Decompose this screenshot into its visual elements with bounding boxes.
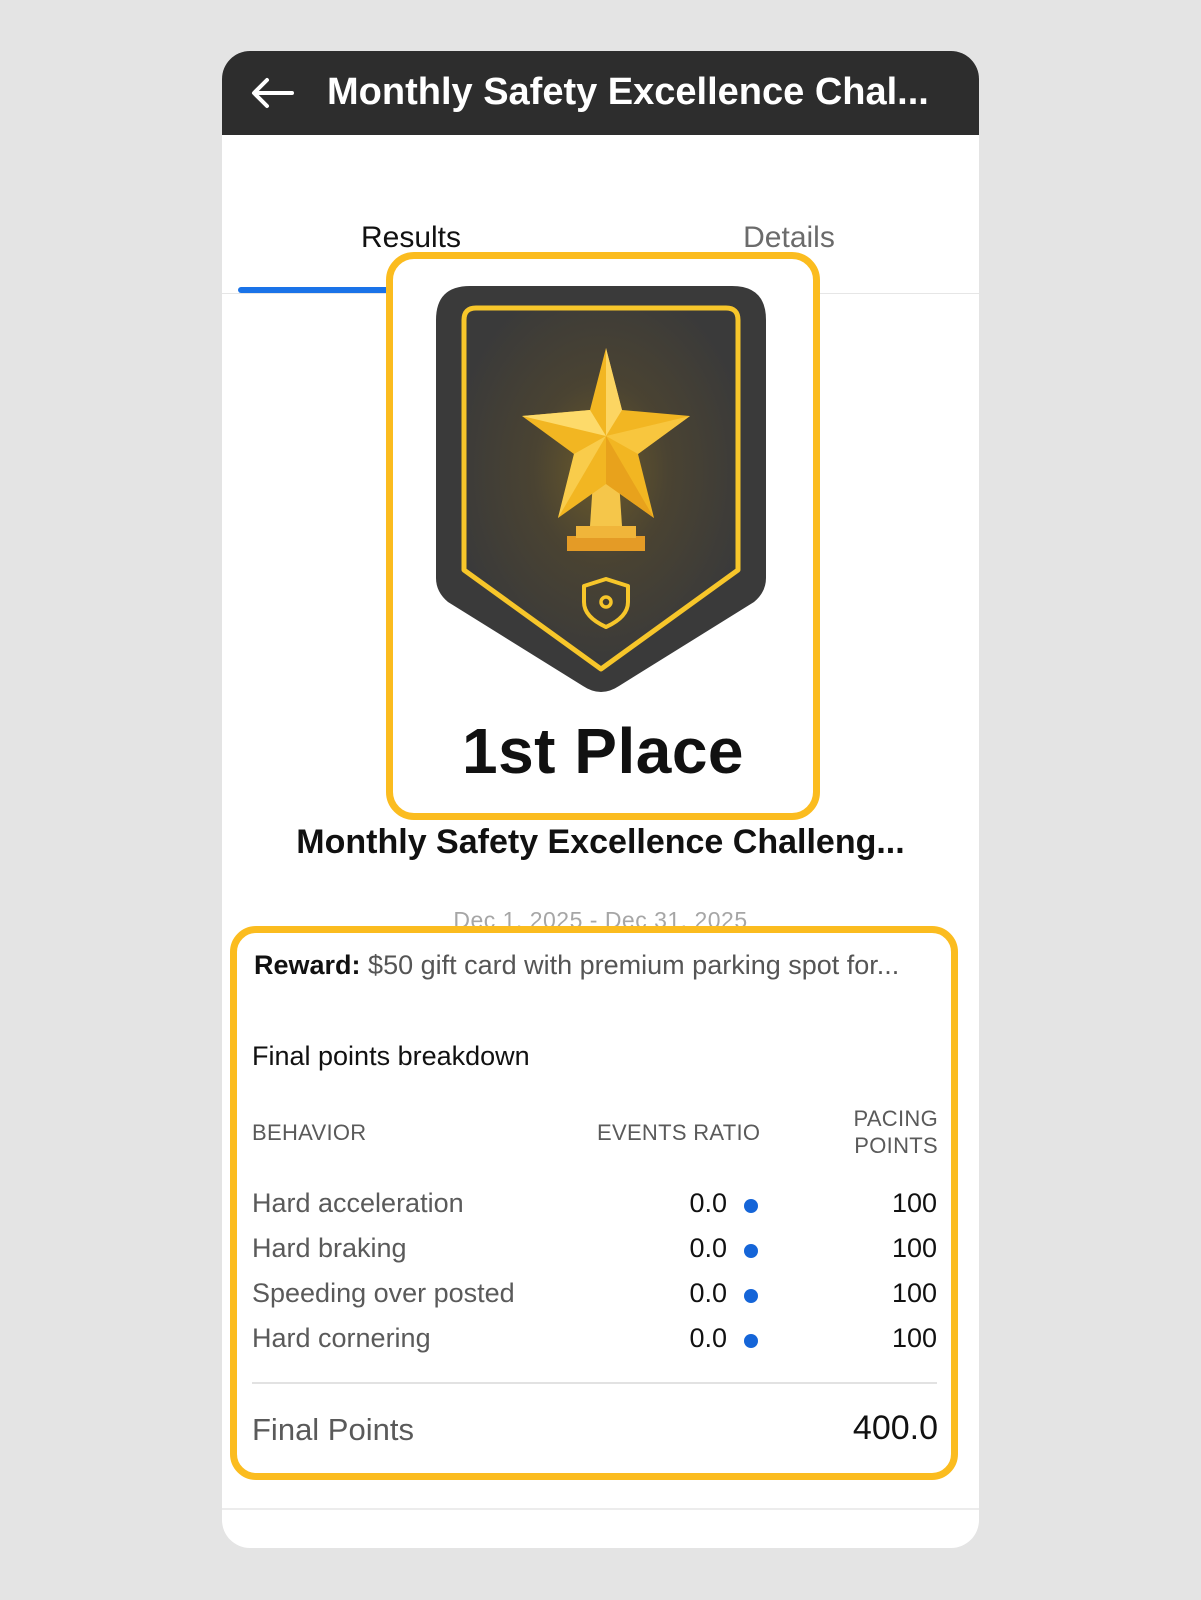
reward-label: Reward:: [254, 950, 361, 980]
pacing-points: 100: [891, 1323, 937, 1353]
challenge-name: Monthly Safety Excellence Challeng...: [296, 823, 905, 861]
award-badge-card: 1st Place: [386, 252, 820, 820]
phone-screen: Monthly Safety Excellence Chal... Result…: [222, 51, 979, 1548]
status-dot: [744, 1199, 758, 1213]
table-row: Hard cornering 0.0 100: [252, 1323, 937, 1363]
events-ratio: 0.0: [689, 1233, 727, 1263]
column-header-pacing-line2: POINTS: [854, 1133, 938, 1158]
column-header-pacing-points: PACING POINTS: [853, 1105, 938, 1159]
tab-results-label: Results: [360, 221, 462, 254]
events-ratio: 0.0: [689, 1323, 727, 1353]
events-ratio: 0.0: [689, 1188, 727, 1218]
app-bar: Monthly Safety Excellence Chal...: [222, 51, 979, 135]
divider: [252, 1382, 937, 1384]
breakdown-title: Final points breakdown: [252, 1041, 530, 1071]
table-row: Hard braking 0.0 100: [252, 1233, 937, 1273]
reward-text: $50 gift card with premium parking spot …: [368, 950, 900, 980]
status-dot: [744, 1244, 758, 1258]
table-row: Speeding over posted 0.0 100: [252, 1278, 937, 1318]
final-points-value: 400.0: [852, 1409, 938, 1447]
events-ratio: 0.0: [689, 1278, 727, 1308]
page-title: Monthly Safety Excellence Chal...: [327, 71, 929, 113]
behavior-name: Speeding over posted: [252, 1278, 515, 1308]
behavior-name: Hard acceleration: [252, 1188, 464, 1218]
column-header-events-ratio: EVENTS RATIO: [597, 1120, 761, 1145]
back-button[interactable]: [248, 71, 296, 115]
place-label: 1st Place: [461, 715, 745, 787]
status-dot: [744, 1334, 758, 1348]
tab-details-label: Details: [743, 221, 835, 254]
column-header-behavior: BEHAVIOR: [252, 1120, 367, 1145]
behavior-name: Hard cornering: [252, 1323, 431, 1353]
badge-emblem: [436, 286, 766, 692]
pacing-points: 100: [891, 1278, 937, 1308]
reward-line: Reward: $50 gift card with premium parki…: [254, 950, 934, 981]
arrow-left-icon: [252, 78, 294, 108]
table-row: Hard acceleration 0.0 100: [252, 1188, 937, 1228]
reward-breakdown-card: Reward: $50 gift card with premium parki…: [230, 926, 958, 1480]
pacing-points: 100: [891, 1233, 937, 1263]
column-header-pacing-line1: PACING: [853, 1106, 938, 1131]
final-points-label: Final Points: [252, 1412, 414, 1447]
screen-background: Monthly Safety Excellence Chal... Result…: [0, 0, 1201, 1600]
pacing-points: 100: [891, 1188, 937, 1218]
behavior-name: Hard braking: [252, 1233, 407, 1263]
status-dot: [744, 1289, 758, 1303]
bottom-divider: [222, 1508, 979, 1510]
